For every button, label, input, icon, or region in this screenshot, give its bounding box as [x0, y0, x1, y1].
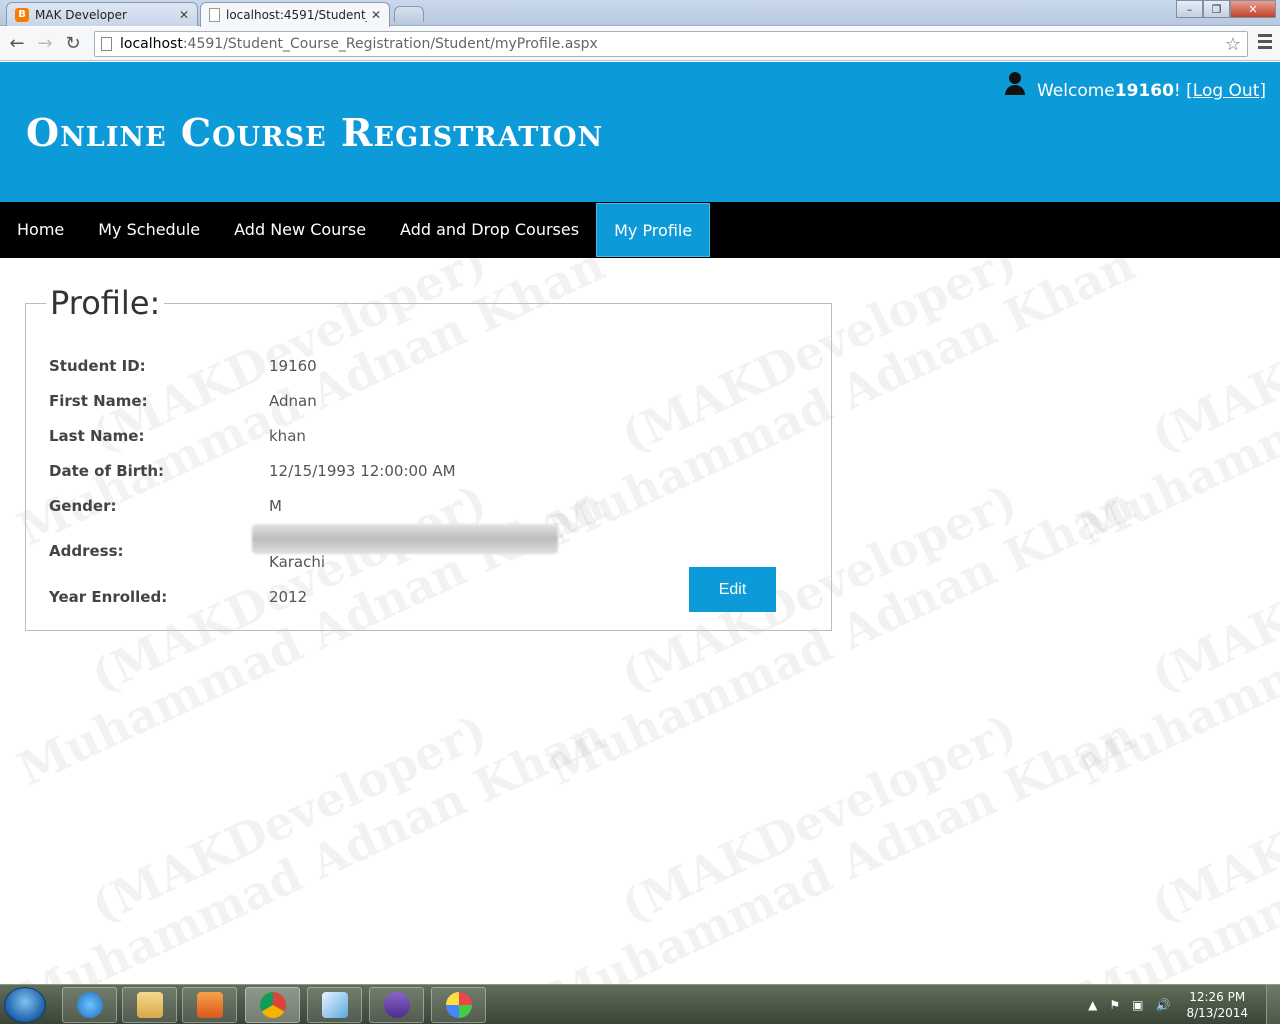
- browser-tab-active[interactable]: localhost:4591/Student_C ✕: [200, 2, 390, 27]
- taskbar-app[interactable]: [245, 987, 300, 1023]
- field-year-enrolled: Year Enrolled: 2012: [49, 588, 308, 606]
- chrome-icon: [259, 992, 286, 1018]
- minimize-button[interactable]: –: [1176, 0, 1203, 18]
- taskbar: ▲ ⚑ ▣ 🔊 12:26 PM 8/13/2014: [0, 984, 1280, 1024]
- taskbar-app[interactable]: [307, 987, 362, 1023]
- page-icon: [101, 37, 112, 51]
- internet-explorer-icon: [76, 992, 103, 1018]
- window-controls: – ❐ ✕: [1176, 0, 1276, 18]
- username: 19160: [1114, 81, 1174, 101]
- taskbar-app[interactable]: [369, 987, 424, 1023]
- field-first-name: First Name: Adnan: [49, 392, 317, 410]
- bookmark-star-icon[interactable]: ☆: [1225, 34, 1241, 55]
- forward-arrow-icon[interactable]: →: [34, 33, 56, 55]
- browser-toolbar: ← → ↻ localhost:4591/Student_Course_Regi…: [0, 27, 1280, 61]
- welcome-text: Welcome: [1036, 81, 1115, 101]
- blogger-icon: B: [15, 7, 29, 22]
- nav-my-profile[interactable]: My Profile: [596, 203, 711, 257]
- nav-my-schedule[interactable]: My Schedule: [81, 202, 217, 257]
- volume-icon[interactable]: 🔊: [1156, 998, 1171, 1012]
- close-tab-icon[interactable]: ✕: [179, 8, 189, 22]
- close-tab-icon[interactable]: ✕: [371, 8, 381, 22]
- user-area: Welcome 19160 ! [ Log Out ]: [1004, 72, 1266, 102]
- file-explorer-icon: [136, 992, 163, 1018]
- reload-icon[interactable]: ↻: [62, 33, 84, 55]
- clock[interactable]: 12:26 PM 8/13/2014: [1186, 989, 1248, 1021]
- taskbar-app[interactable]: [431, 987, 486, 1023]
- browser-tab[interactable]: B MAK Developer ✕: [6, 2, 198, 26]
- field-last-name: Last Name: khan: [49, 427, 306, 445]
- site-header: Online Course Registration Welcome 19160…: [0, 62, 1280, 202]
- show-hidden-icons-icon[interactable]: ▲: [1088, 998, 1097, 1012]
- nav-add-new-course[interactable]: Add New Course: [217, 202, 383, 257]
- taskbar-app[interactable]: [62, 987, 117, 1023]
- show-desktop-button[interactable]: [1266, 985, 1280, 1024]
- field-address-value: Karachi: [269, 553, 326, 571]
- site-title: Online Course Registration: [26, 110, 604, 155]
- close-window-button[interactable]: ✕: [1230, 0, 1276, 18]
- field-gender: Gender: M: [49, 497, 282, 515]
- taskbar-app[interactable]: [182, 987, 237, 1023]
- taskbar-app[interactable]: [122, 987, 177, 1023]
- logout-link[interactable]: Log Out: [1193, 81, 1260, 101]
- nav-add-drop-courses[interactable]: Add and Drop Courses: [383, 202, 596, 257]
- visual-studio-icon: [383, 992, 410, 1018]
- new-tab-button[interactable]: [394, 6, 424, 22]
- address-bar[interactable]: localhost:4591/Student_Course_Registrati…: [94, 31, 1248, 57]
- profile-fieldset: Profile: Student ID: 19160 First Name: Adn…: [25, 284, 832, 631]
- media-player-icon: [196, 992, 223, 1018]
- field-student-id: Student ID: 19160: [49, 357, 317, 375]
- user-icon: [1004, 72, 1025, 95]
- maximize-button[interactable]: ❐: [1203, 0, 1230, 18]
- tab-title: localhost:4591/Student_C: [226, 8, 367, 22]
- field-address-label: Address:: [49, 542, 124, 560]
- edit-button[interactable]: Edit: [689, 567, 776, 612]
- url-text: localhost:4591/Student_Course_Registrati…: [120, 36, 598, 52]
- browser-tab-strip: B MAK Developer ✕ localhost:4591/Student…: [0, 0, 1280, 27]
- nav-home[interactable]: Home: [0, 202, 81, 257]
- field-date-of-birth: Date of Birth: 12/15/1993 12:00:00 AM: [49, 462, 456, 480]
- system-tray: ▲ ⚑ ▣ 🔊 12:26 PM 8/13/2014: [1082, 985, 1280, 1024]
- page-icon: [209, 8, 220, 22]
- redacted-address: [252, 524, 558, 554]
- profile-heading: Profile:: [46, 284, 165, 322]
- notepad-icon: [321, 992, 348, 1018]
- main-nav: Home My Schedule Add New Course Add and …: [0, 202, 1280, 258]
- network-icon[interactable]: ▣: [1132, 998, 1143, 1012]
- menu-icon[interactable]: [1258, 34, 1272, 52]
- action-center-flag-icon[interactable]: ⚑: [1109, 998, 1120, 1012]
- back-arrow-icon[interactable]: ←: [6, 33, 28, 55]
- tab-title: MAK Developer: [35, 7, 127, 22]
- start-button[interactable]: [4, 987, 46, 1023]
- paint-icon: [445, 992, 472, 1018]
